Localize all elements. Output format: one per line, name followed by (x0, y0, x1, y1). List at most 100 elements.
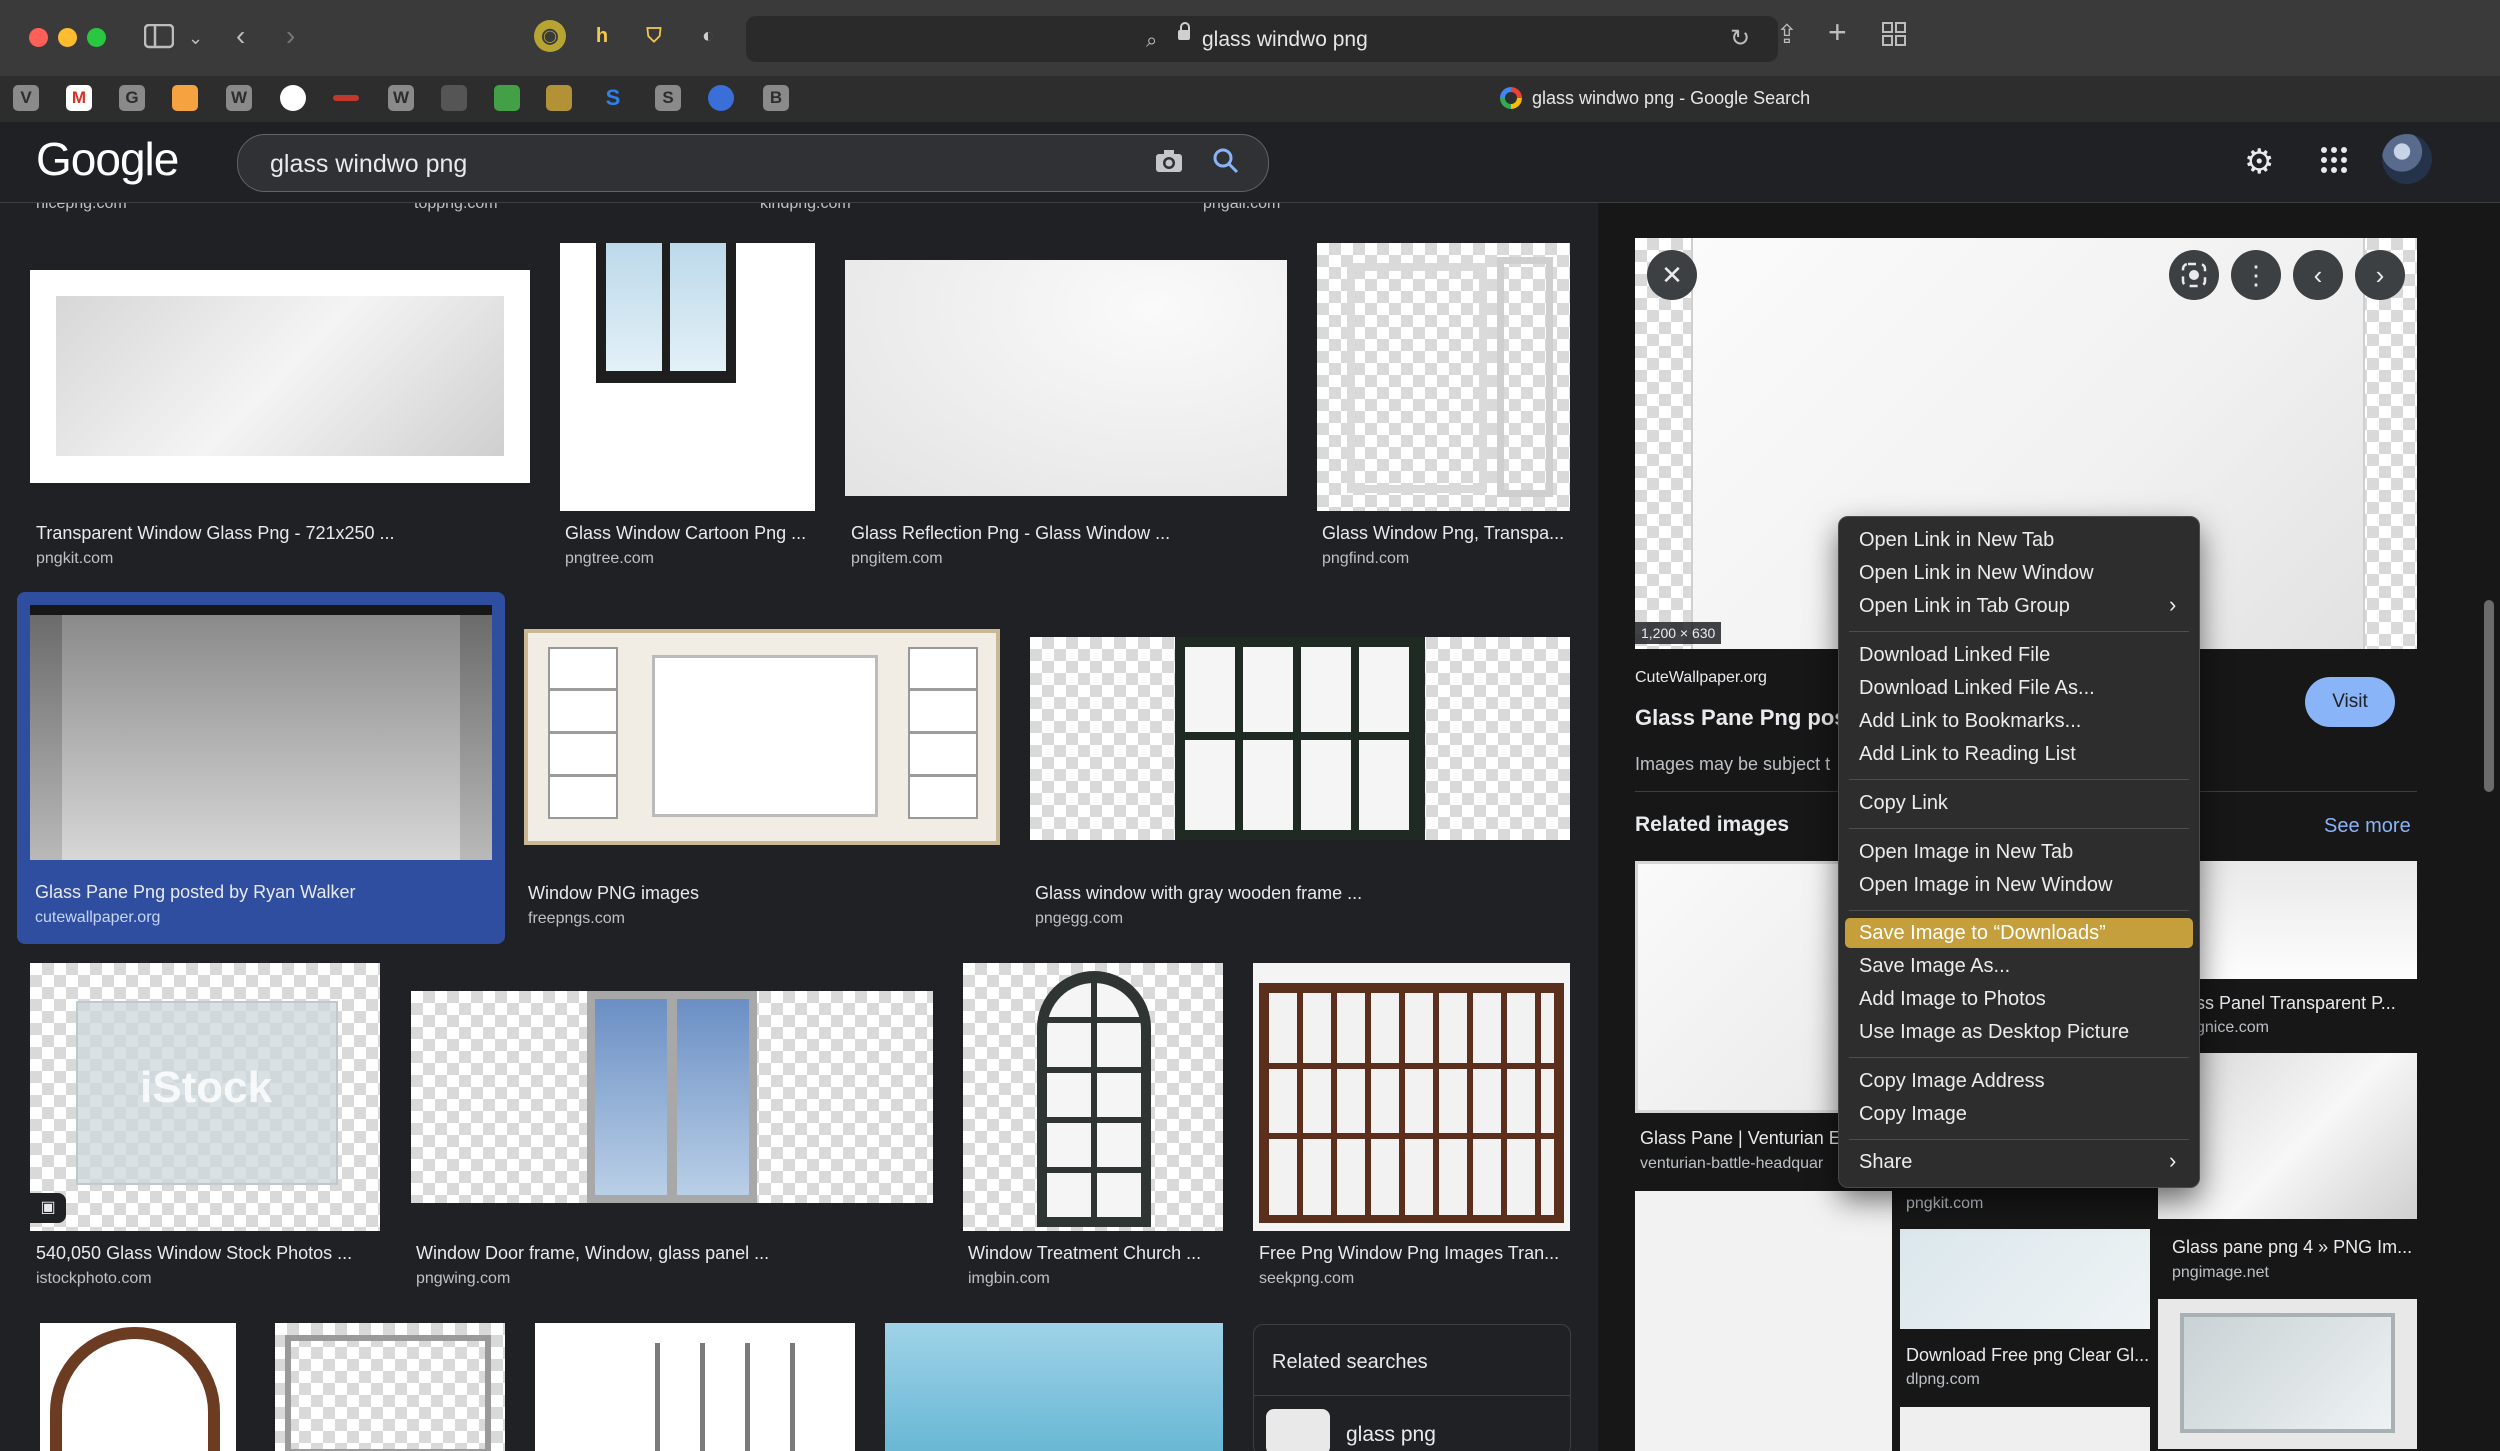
result-caption[interactable]: Free Png Window Png Images Tran... (1259, 1243, 1559, 1264)
menu-item-open-image-new-tab[interactable]: Open Image in New Tab (1859, 841, 2073, 864)
preview-site[interactable]: CuteWallpaper.org (1635, 669, 1767, 687)
result-source[interactable]: pngegg.com (1035, 910, 1123, 928)
menu-item-save-image-as[interactable]: Save Image As... (1859, 955, 2010, 978)
related-caption[interactable]: Glass Pane | Venturian E (1640, 1128, 1841, 1149)
menu-item-save-image-downloads[interactable]: Save Image to “Downloads” (1859, 922, 2106, 945)
favorite-b[interactable]: B (763, 85, 789, 111)
result-thumbnail[interactable] (275, 1323, 505, 1451)
result-caption[interactable]: Glass Window Png, Transpa... (1322, 523, 1564, 544)
menu-item-copy-link[interactable]: Copy Link (1859, 792, 1948, 815)
previous-image-button[interactable]: ‹ (2293, 250, 2343, 300)
forward-button[interactable]: › (286, 22, 295, 50)
favorite-gmail[interactable]: M (66, 85, 92, 111)
camera-icon[interactable] (1154, 148, 1184, 179)
reload-icon[interactable]: ↻ (1730, 25, 1750, 53)
tab-overview-icon[interactable] (1882, 22, 1906, 51)
menu-item-open-link-new-window[interactable]: Open Link in New Window (1859, 562, 2094, 585)
search-icon[interactable] (1212, 147, 1240, 180)
more-options-icon[interactable]: ⋮ (2231, 250, 2281, 300)
result-thumbnail[interactable] (40, 1323, 236, 1451)
result-source[interactable]: cutewallpaper.org (35, 909, 160, 927)
zoom-window-button[interactable] (87, 28, 106, 47)
related-caption[interactable]: ss Panel Transparent P... (2196, 993, 2396, 1014)
menu-item-add-image-photos[interactable]: Add Image to Photos (1859, 988, 2046, 1011)
result-source[interactable]: pngfind.com (1322, 550, 1409, 568)
result-thumbnail[interactable]: iStock ▣ (30, 963, 380, 1231)
result-thumbnail[interactable] (411, 991, 933, 1203)
result-source[interactable]: pngwing.com (416, 1270, 510, 1288)
favorite-v[interactable]: V (13, 85, 39, 111)
menu-item-copy-image-address[interactable]: Copy Image Address (1859, 1070, 2045, 1093)
related-caption[interactable]: Glass pane png 4 » PNG Im... (2172, 1237, 2412, 1258)
google-logo[interactable]: Google (36, 132, 179, 186)
result-thumbnail[interactable] (560, 243, 815, 511)
result-thumbnail[interactable] (30, 270, 530, 483)
favorite-red[interactable] (333, 95, 359, 101)
menu-item-share[interactable]: Share (1859, 1151, 1912, 1174)
related-source[interactable]: venturian-battle-headquar (1640, 1155, 1823, 1173)
preview-title[interactable]: Glass Pane Png post (1635, 705, 1854, 731)
back-button[interactable]: ‹ (236, 22, 245, 50)
next-image-button[interactable]: › (2355, 250, 2405, 300)
related-image[interactable] (1635, 1191, 1892, 1451)
related-search-thumbnail[interactable] (1266, 1409, 1330, 1451)
favorite-figure[interactable] (546, 85, 572, 111)
extension-icon[interactable]: ◉ (534, 20, 566, 52)
privacy-shield-icon[interactable]: ◐ (692, 20, 724, 52)
chevron-down-icon[interactable]: ⌄ (188, 24, 203, 52)
related-image[interactable] (1900, 1407, 2150, 1451)
close-window-button[interactable] (29, 28, 48, 47)
related-source[interactable]: pngkit.com (1906, 1195, 1983, 1213)
menu-item-add-link-reading-list[interactable]: Add Link to Reading List (1859, 743, 2076, 766)
favorite-pencil[interactable] (172, 85, 198, 111)
result-caption[interactable]: Window Door frame, Window, glass panel .… (416, 1243, 769, 1264)
result-thumbnail[interactable] (963, 963, 1223, 1231)
favorite-globe[interactable] (280, 85, 306, 111)
close-preview-button[interactable]: ✕ (1647, 250, 1697, 300)
related-source[interactable]: pngimage.net (2172, 1264, 2269, 1282)
result-thumbnail[interactable] (524, 629, 1000, 845)
result-source[interactable]: pngitem.com (851, 550, 943, 568)
honey-extension-icon[interactable]: h (586, 20, 618, 52)
result-source[interactable]: pngkit.com (36, 550, 113, 568)
result-caption[interactable]: Window PNG images (528, 883, 699, 904)
related-image[interactable] (1900, 1229, 2150, 1329)
result-source[interactable]: pngtree.com (565, 550, 654, 568)
see-more-link[interactable]: See more (2324, 815, 2411, 838)
favorite-web[interactable] (708, 85, 734, 111)
selected-result-card[interactable]: Glass Pane Png posted by Ryan Walker cut… (17, 592, 505, 944)
related-source[interactable]: dlpng.com (1906, 1371, 1980, 1389)
related-search-item[interactable] (1254, 1395, 1570, 1396)
related-image[interactable] (2158, 1299, 2417, 1449)
new-tab-button[interactable]: + (1828, 16, 1847, 48)
menu-item-copy-image[interactable]: Copy Image (1859, 1103, 1967, 1126)
related-source[interactable]: gnice.com (2196, 1019, 2269, 1037)
related-search-label[interactable]: glass png (1346, 1423, 1436, 1447)
result-caption[interactable]: Transparent Window Glass Png - 721x250 .… (36, 523, 395, 544)
menu-item-use-desktop-picture[interactable]: Use Image as Desktop Picture (1859, 1021, 2129, 1044)
result-thumbnail[interactable] (885, 1323, 1223, 1451)
favorite-s[interactable]: S (600, 85, 626, 111)
favorite-w2[interactable]: W (388, 85, 414, 111)
result-caption[interactable]: Glass window with gray wooden frame ... (1035, 883, 1362, 904)
tab-title[interactable]: glass windwo png - Google Search (1532, 88, 1810, 109)
minimize-window-button[interactable] (58, 28, 77, 47)
result-source[interactable]: seekpng.com (1259, 1270, 1354, 1288)
result-caption[interactable]: Glass Window Cartoon Png ... (565, 523, 806, 544)
share-icon[interactable]: ⇪ (1776, 20, 1798, 48)
result-caption[interactable]: 540,050 Glass Window Stock Photos ... (36, 1243, 352, 1264)
menu-item-open-link-new-tab[interactable]: Open Link in New Tab (1859, 529, 2054, 552)
favorite-w[interactable]: W (226, 85, 252, 111)
lens-search-button[interactable] (2169, 250, 2219, 300)
menu-item-download-linked-file-as[interactable]: Download Linked File As... (1859, 677, 2095, 700)
result-caption[interactable]: Window Treatment Church ... (968, 1243, 1201, 1264)
menu-item-open-link-tab-group[interactable]: Open Link in Tab Group (1859, 595, 2070, 618)
menu-item-download-linked-file[interactable]: Download Linked File (1859, 644, 2050, 667)
result-caption[interactable]: Glass Reflection Png - Glass Window ... (851, 523, 1170, 544)
address-bar[interactable]: ⌕ glass windwo png ↻ (746, 16, 1778, 62)
menu-item-open-image-new-window[interactable]: Open Image in New Window (1859, 874, 2112, 897)
result-thumbnail[interactable] (1030, 637, 1570, 840)
search-input[interactable]: glass windwo png (237, 134, 1269, 192)
favorite-g[interactable]: G (119, 85, 145, 111)
menu-item-add-link-bookmarks[interactable]: Add Link to Bookmarks... (1859, 710, 2081, 733)
